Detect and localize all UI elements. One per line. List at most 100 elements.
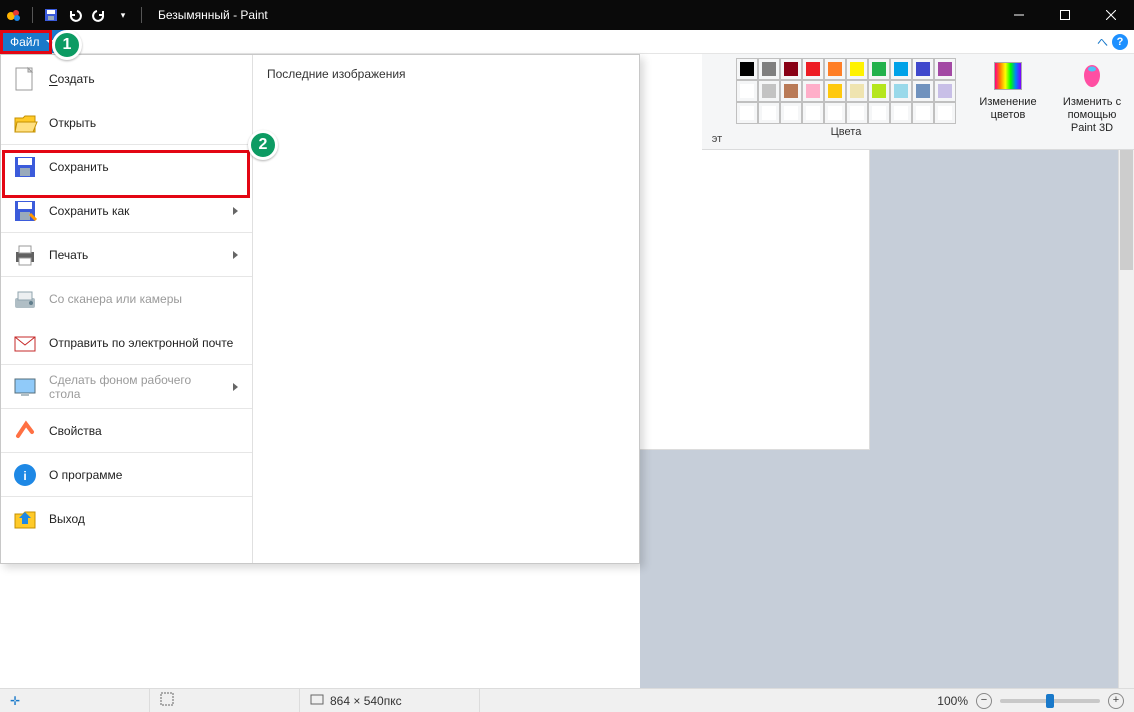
zoom-slider[interactable] [1000,699,1100,703]
color-swatch[interactable] [934,102,956,124]
color-palette[interactable] [736,58,956,124]
ribbon-tabs: Файл へ ? [0,30,1134,54]
cursor-position-icon: ✛ [10,694,20,708]
color-swatch[interactable] [846,80,868,102]
mail-icon [11,329,39,357]
color-swatch[interactable] [802,80,824,102]
color-swatch[interactable] [824,102,846,124]
file-tab-label: Файл [10,35,40,49]
open-icon [11,109,39,137]
color-swatch[interactable] [736,80,758,102]
status-bar: ✛ 864 × 540пкс 100% − + [0,688,1134,712]
qat-customize-icon[interactable]: ▾ [115,7,131,23]
menu-item-label: Сохранить [49,160,242,174]
menu-item-label: Открыть [49,116,242,130]
qat-undo-icon[interactable] [67,7,83,23]
paint-3d-button[interactable]: Изменить с помощью Paint 3D [1050,54,1134,149]
color-swatch[interactable] [758,102,780,124]
color-swatch[interactable] [758,80,780,102]
color-swatch[interactable] [780,58,802,80]
color-swatch[interactable] [868,102,890,124]
color-swatch[interactable] [846,58,868,80]
title-bar: ▾ Безымянный - Paint [0,0,1134,30]
window-title: Безымянный - Paint [158,8,268,22]
file-menu-item-scanner: Со сканера или камеры [1,277,252,321]
zoom-percent: 100% [937,694,968,708]
collapse-ribbon-icon[interactable]: へ [1097,34,1108,50]
rainbow-icon [994,62,1022,90]
color-swatch[interactable] [802,102,824,124]
color-swatch[interactable] [868,58,890,80]
color-swatch[interactable] [824,80,846,102]
submenu-arrow-icon [233,383,238,391]
annotation-badge-2: 2 [248,130,278,160]
exit-icon [11,505,39,533]
color-swatch[interactable] [912,58,934,80]
annotation-badge-1: 1 [52,30,82,60]
file-menu-item-save[interactable]: Сохранить [1,145,252,189]
color-swatch[interactable] [934,80,956,102]
file-menu-item-saveas[interactable]: Сохранить как [1,189,252,233]
canvas-workspace[interactable] [640,150,1118,688]
file-menu-item-new[interactable]: Создать [1,57,252,101]
save-icon [11,153,39,181]
file-menu-item-about[interactable]: i О программе [1,453,252,497]
color-swatch[interactable] [846,102,868,124]
window-close-button[interactable] [1088,0,1134,30]
menu-item-label: Свойства [49,424,242,438]
file-menu-item-exit[interactable]: Выход [1,497,252,541]
props-icon [11,417,39,445]
canvas[interactable] [640,150,870,450]
color-swatch[interactable] [934,58,956,80]
qat-redo-icon[interactable] [91,7,107,23]
color-swatch[interactable] [868,80,890,102]
submenu-arrow-icon [233,207,238,215]
zoom-out-button[interactable]: − [976,693,992,709]
menu-item-label: Со сканера или камеры [49,292,242,306]
canvas-dimensions: 864 × 540пкс [330,694,402,708]
color-swatch[interactable] [890,80,912,102]
color-swatch[interactable] [736,58,758,80]
file-menu-item-open[interactable]: Открыть [1,101,252,145]
ribbon-colors-group: эт Цвета Изменение цветов Изменить с пом… [702,54,1134,150]
file-menu-item-mail[interactable]: Отправить по электронной почте [1,321,252,365]
color-swatch[interactable] [736,102,758,124]
color-swatch[interactable] [780,80,802,102]
color-swatch[interactable] [758,58,780,80]
color-swatch[interactable] [890,58,912,80]
menu-item-label: Выход [49,512,242,526]
color-swatch[interactable] [912,80,934,102]
file-menu-item-print[interactable]: Печать [1,233,252,277]
print-icon [11,241,39,269]
recent-files-header: Последние изображения [267,67,625,81]
color-swatch[interactable] [824,58,846,80]
file-menu-item-desktop: Сделать фоном рабочего стола [1,365,252,409]
menu-item-label: Печать [49,248,223,262]
edit-colors-label: Изменение цветов [979,96,1036,122]
file-menu: Создать Открыть Сохранить Сохранить как Печа… [0,54,640,564]
menu-item-label: О программе [49,468,242,482]
color-swatch[interactable] [912,102,934,124]
vertical-scrollbar[interactable] [1118,150,1134,688]
menu-item-label: Создать [49,72,242,86]
app-icon [6,7,22,23]
menu-item-label: Сделать фоном рабочего стола [49,373,223,401]
edit-colors-button[interactable]: Изменение цветов [966,54,1050,149]
submenu-arrow-icon [233,251,238,259]
menu-item-label: Отправить по электронной почте [49,336,242,350]
image-size-icon [310,692,324,709]
file-menu-item-props[interactable]: Свойства [1,409,252,453]
saveas-icon [11,197,39,225]
window-minimize-button[interactable] [996,0,1042,30]
color-swatch[interactable] [780,102,802,124]
window-maximize-button[interactable] [1042,0,1088,30]
help-icon[interactable]: ? [1112,34,1128,50]
qat-save-icon[interactable] [43,7,59,23]
ribbon-cut-label: эт [702,54,732,149]
color-swatch[interactable] [802,58,824,80]
about-icon: i [11,461,39,489]
color-swatch[interactable] [890,102,912,124]
svg-text:i: i [23,469,26,483]
zoom-in-button[interactable]: + [1108,693,1124,709]
desktop-icon [11,373,39,401]
